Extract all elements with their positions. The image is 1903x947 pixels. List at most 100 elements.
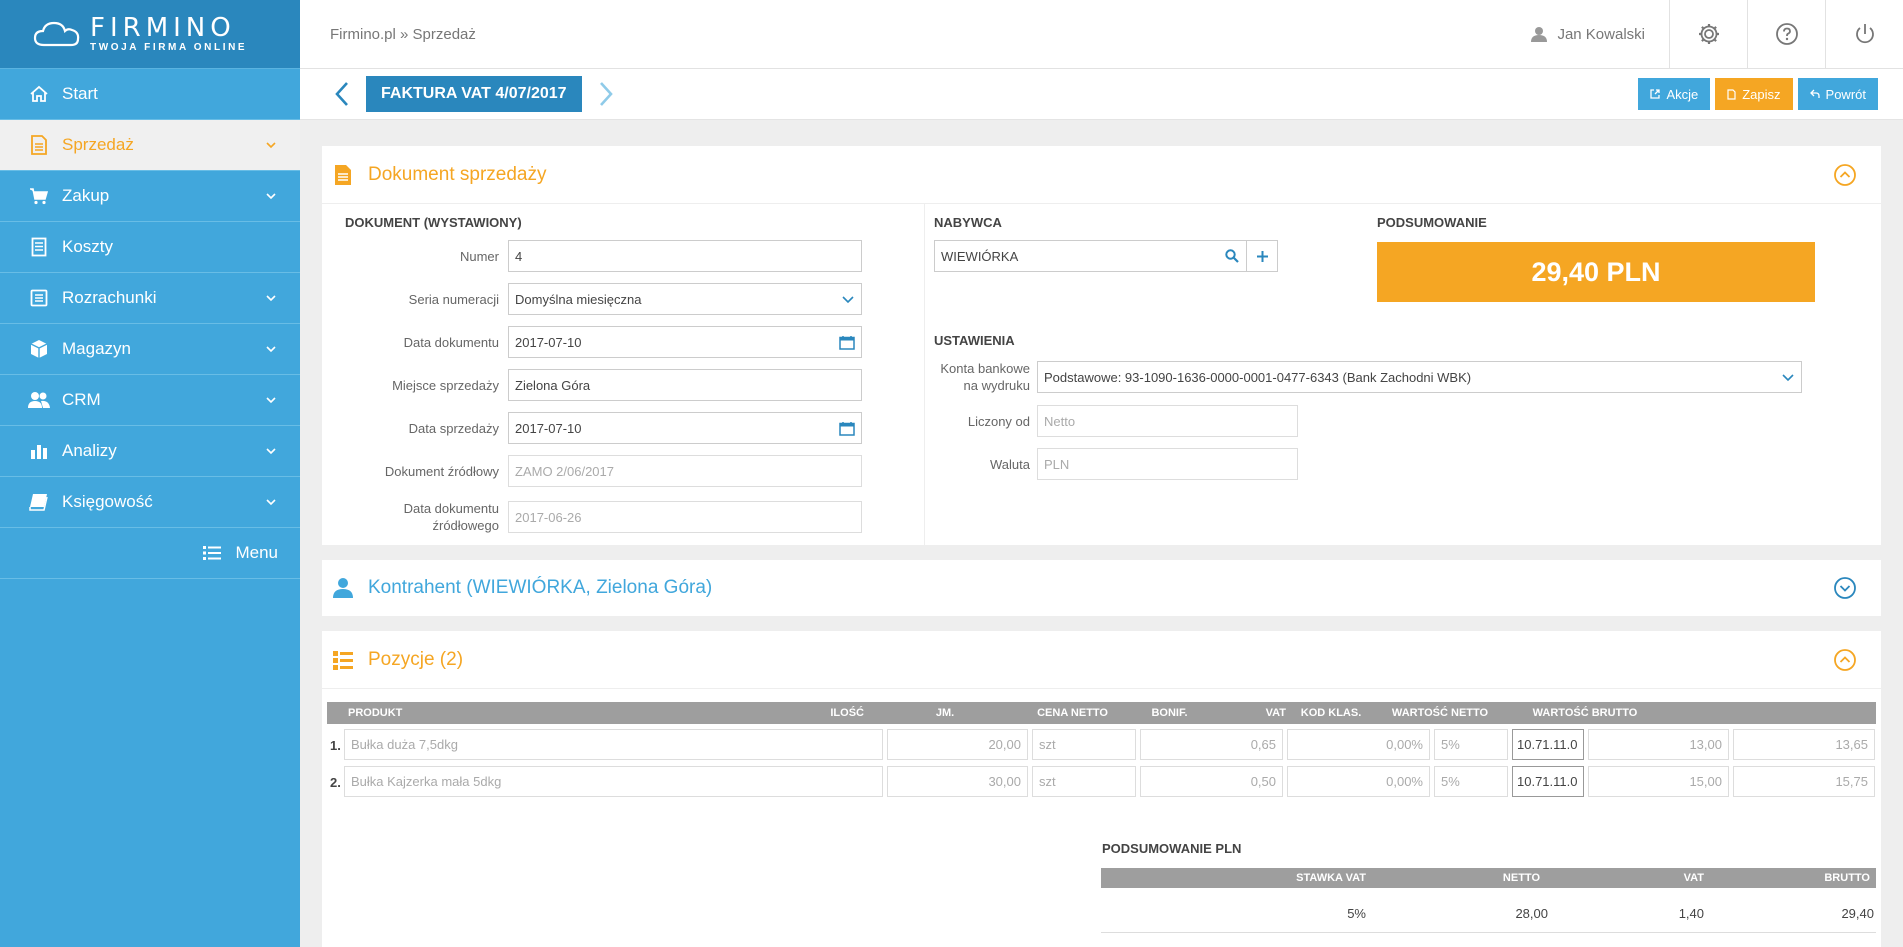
konta-bankowe-value: Podstawowe: 93-1090-1636-0000-0001-0477-… xyxy=(1044,369,1472,385)
wartosc-brutto-field[interactable]: 15,75 xyxy=(1733,766,1875,797)
sidebar-item-ksiegowosc[interactable]: Księgowość xyxy=(0,477,300,528)
sidebar-item-magazyn[interactable]: Magazyn xyxy=(0,324,300,375)
logo[interactable]: FIRMINO TWOJA FIRMA ONLINE xyxy=(0,0,300,69)
logo-tagline: TWOJA FIRMA ONLINE xyxy=(90,42,248,53)
search-nabywca-button[interactable] xyxy=(1217,241,1247,271)
chevron-down-icon xyxy=(266,346,276,353)
akcje-button[interactable]: Akcje xyxy=(1638,78,1711,110)
nabywca-field[interactable]: WIEWIÓRKA xyxy=(934,240,1278,272)
chevron-down-icon xyxy=(266,142,276,149)
previous-document-button[interactable] xyxy=(330,76,354,112)
produkt-field[interactable]: Bułka Kajzerka mała 5dkg xyxy=(344,766,883,797)
vat-field[interactable]: 5% xyxy=(1434,729,1508,760)
cena-netto-field[interactable]: 0,65 xyxy=(1140,729,1283,760)
cena-netto-field[interactable]: 0,50 xyxy=(1140,766,1283,797)
sidebar-item-analizy[interactable]: Analizy xyxy=(0,426,300,477)
numer-field[interactable]: 4 xyxy=(508,240,862,272)
add-nabywca-button[interactable] xyxy=(1247,241,1277,271)
vat-field[interactable]: 5% xyxy=(1434,766,1508,797)
waluta-field[interactable]: PLN xyxy=(1037,448,1298,480)
data-dokumentu-zrodlowego-value: 2017-06-26 xyxy=(515,509,582,525)
ilosc-field[interactable]: 30,00 xyxy=(887,766,1028,797)
konta-bankowe-select[interactable]: Podstawowe: 93-1090-1636-0000-0001-0477-… xyxy=(1037,361,1802,393)
logout-button[interactable] xyxy=(1825,0,1903,68)
settings-button[interactable] xyxy=(1669,0,1747,68)
dokument-zrodlowy-label: Dokument źródłowy xyxy=(384,463,499,479)
zapisz-button[interactable]: Zapisz xyxy=(1715,78,1793,110)
data-dokumentu-zrodlowego-field[interactable]: 2017-06-26 xyxy=(508,501,862,533)
data-dokumentu-field[interactable]: 2017-07-10 xyxy=(508,326,862,358)
user-menu[interactable]: Jan Kowalski xyxy=(1531,0,1669,68)
document-titlebar: FAKTURA VAT 4/07/2017 Akcje Zapisz Powró… xyxy=(300,69,1903,120)
document-panel-header[interactable]: Dokument sprzedaży xyxy=(322,146,1881,204)
col-stawka-vat: STAWKA VAT xyxy=(1296,872,1366,884)
summary-total: 29,40 PLN xyxy=(1377,242,1815,302)
dokument-zrodlowy-field[interactable]: ZAMO 2/06/2017 xyxy=(508,455,862,487)
chevron-down-icon xyxy=(1782,374,1794,382)
power-icon xyxy=(1855,24,1874,44)
bonif-field[interactable]: 0,00% xyxy=(1287,766,1430,797)
netto-value: 15,00 xyxy=(1689,774,1722,789)
label-line-1: Data dokumentu xyxy=(403,501,499,516)
sidebar-item-koszty[interactable]: Koszty xyxy=(0,222,300,273)
bonif-value: 0,00% xyxy=(1386,774,1423,789)
jm-field[interactable]: szt xyxy=(1032,729,1136,760)
calendar-icon[interactable] xyxy=(839,421,855,436)
kontrahent-panel-header[interactable]: Kontrahent (WIEWIÓRKA, Zielona Góra) xyxy=(322,560,1881,616)
plus-icon xyxy=(1256,250,1268,262)
sidebar-item-zakup[interactable]: Zakup xyxy=(0,171,300,222)
brutto-value: 15,75 xyxy=(1835,774,1868,789)
chevron-up-circle-icon[interactable] xyxy=(1833,648,1857,672)
produkt-field[interactable]: Bułka duża 7,5dkg xyxy=(344,729,883,760)
data-sprzedazy-label: Data sprzedaży xyxy=(408,420,499,436)
data-sprzedazy-field[interactable]: 2017-07-10 xyxy=(508,412,862,444)
sidebar-item-sprzedaz[interactable]: Sprzedaż xyxy=(0,120,300,171)
sidebar-item-label: Rozrachunki xyxy=(62,288,157,307)
kod-klas-field[interactable]: 10.71.11.0 xyxy=(1512,729,1584,760)
calendar-icon[interactable] xyxy=(839,335,855,350)
podsumowanie-pln-label: PODSUMOWANIE PLN xyxy=(1102,841,1242,856)
akcje-label: Akcje xyxy=(1666,86,1699,102)
logo-name: FIRMINO xyxy=(90,13,236,43)
liczony-od-field[interactable]: Netto xyxy=(1037,405,1298,437)
help-button[interactable] xyxy=(1747,0,1825,68)
bonif-value: 0,00% xyxy=(1386,737,1423,752)
jm-field[interactable]: szt xyxy=(1032,766,1136,797)
kod-klas-field[interactable]: 10.71.11.0 xyxy=(1512,766,1584,797)
chevron-down-icon xyxy=(266,448,276,455)
help-icon xyxy=(1775,23,1798,45)
user-icon xyxy=(1531,27,1548,42)
list-icon xyxy=(201,542,223,564)
sidebar-item-rozrachunki[interactable]: Rozrachunki xyxy=(0,273,300,324)
wartosc-netto-field[interactable]: 15,00 xyxy=(1588,766,1729,797)
ilosc-field[interactable]: 20,00 xyxy=(887,729,1028,760)
label-line-2: na wydruku xyxy=(963,378,1030,393)
user-name: Jan Kowalski xyxy=(1557,25,1645,43)
kod-value: 10.71.11.0 xyxy=(1517,737,1578,752)
breadcrumb[interactable]: Firmino.pl » Sprzedaż xyxy=(300,26,1531,43)
ilosc-value: 30,00 xyxy=(988,774,1021,789)
chevron-down-circle-icon[interactable] xyxy=(1833,576,1857,600)
section-nabywca-label: NABYWCA xyxy=(934,215,1002,230)
wartosc-netto-field[interactable]: 13,00 xyxy=(1588,729,1729,760)
waluta-placeholder: PLN xyxy=(1044,456,1070,472)
powrot-button[interactable]: Powrót xyxy=(1797,78,1878,110)
document-panel: Dokument sprzedaży DOKUMENT (WYSTAWIONY)… xyxy=(322,146,1881,545)
seria-select[interactable]: Domyślna miesięczna xyxy=(508,283,862,315)
pozycje-panel-header[interactable]: Pozycje (2) xyxy=(322,631,1881,689)
column-divider xyxy=(924,204,925,545)
miejsce-field[interactable]: Zielona Góra xyxy=(508,369,862,401)
sidebar-item-crm[interactable]: CRM xyxy=(0,375,300,426)
col-vat: VAT xyxy=(1683,872,1704,884)
chevron-down-icon xyxy=(842,296,854,304)
bonif-field[interactable]: 0,00% xyxy=(1287,729,1430,760)
sidebar-menu-toggle[interactable]: Menu xyxy=(0,528,300,579)
document-icon xyxy=(28,134,50,156)
sidebar-item-start[interactable]: Start xyxy=(0,69,300,120)
summary-vat: 1,40 xyxy=(1678,906,1704,921)
wartosc-brutto-field[interactable]: 13,65 xyxy=(1733,729,1875,760)
next-document-button[interactable] xyxy=(594,76,618,112)
summary-netto: 28,00 xyxy=(1515,906,1548,921)
chevron-up-circle-icon[interactable] xyxy=(1833,163,1857,187)
cena-value: 0,50 xyxy=(1250,774,1276,789)
